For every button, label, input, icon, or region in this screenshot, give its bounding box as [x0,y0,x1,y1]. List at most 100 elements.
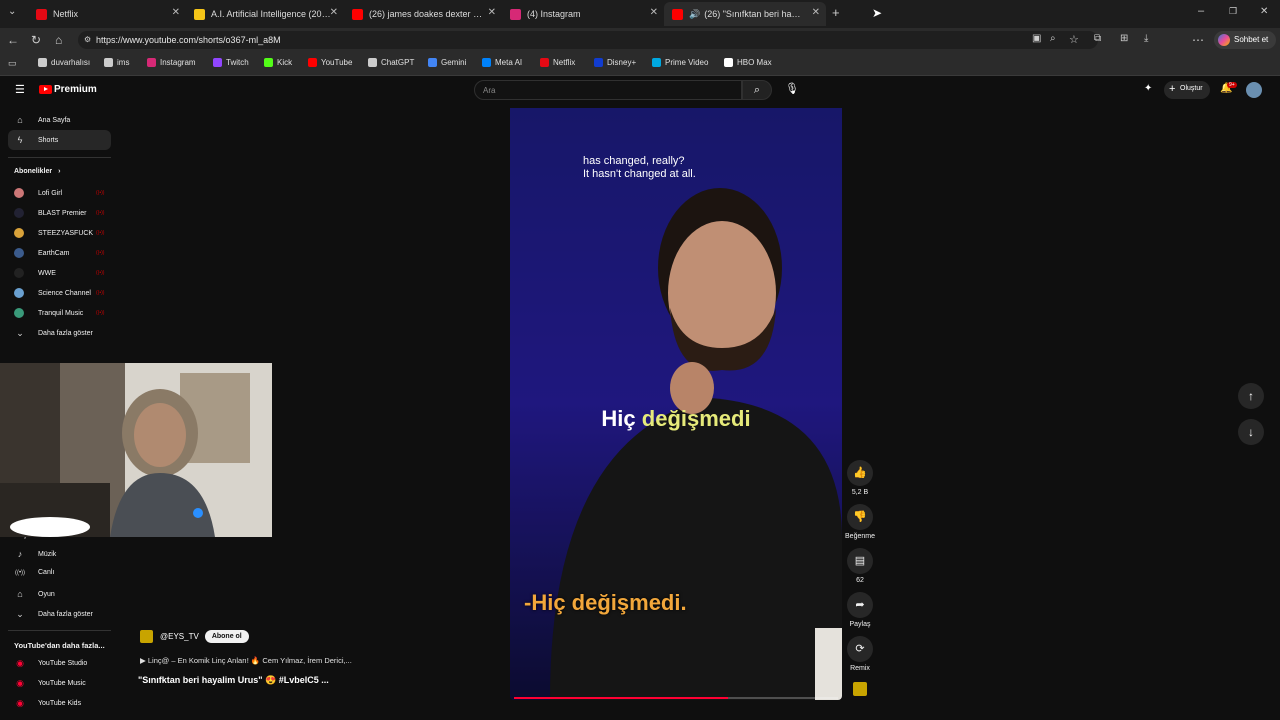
close-window-icon[interactable]: ✕ [1260,6,1268,17]
show-more-button-2[interactable]: ⌄ Daha fazla göster [14,609,93,620]
gamepad-icon: ⌂ [17,589,23,599]
bookmarks-menu-icon[interactable]: ▭ [8,58,17,69]
comments-button[interactable]: ▤ 62 [844,548,876,584]
bookmark-5[interactable]: YouTube [308,58,352,67]
minimize-icon[interactable]: – [1198,5,1204,17]
tab-3[interactable]: (4) Instagram ✕ [502,2,664,26]
bookmark-3[interactable]: Twitch [213,58,249,67]
account-avatar[interactable] [1246,82,1262,98]
subscriptions-header[interactable]: Abonelikler › [14,168,60,175]
url-input[interactable]: https://www.youtube.com/shorts/o367-ml_a… [78,31,1098,49]
extensions-icon[interactable]: ⧉ [1094,33,1101,44]
bookmark-10[interactable]: Disney+ [594,58,636,67]
channel-name: Science Channel [38,289,91,297]
shorts-icon: ϟ [17,135,23,145]
chevron-down-icon: ⌄ [16,609,24,619]
home-icon[interactable]: ⌂ [55,33,62,47]
bookmark-9[interactable]: Netflix [540,58,575,67]
sidebar-item-music[interactable]: ♪ Müzik [14,549,57,559]
sidebar-channel[interactable]: BLAST Premier ((•)) [14,208,104,218]
close-tab-icon[interactable]: ✕ [330,7,338,18]
restore-icon[interactable]: ❐ [1229,6,1237,17]
previous-short-button[interactable]: ↑ [1238,383,1264,409]
sidebar-item-yt-kids[interactable]: ◉ YouTube Kids [14,698,81,709]
sidebar-channel[interactable]: Lofi Girl ((•)) [14,188,104,198]
bookmark-8[interactable]: Meta AI [482,58,522,67]
webcam-overlay [0,363,272,537]
downloads-icon[interactable]: ⤓ [1144,33,1148,44]
sidebar-item-shorts[interactable]: ϟ Shorts [14,135,59,145]
sidebar-item-gaming[interactable]: ⌂ Oyun [14,589,54,599]
channel-avatar [14,208,24,218]
search-button[interactable]: ⌕ [742,80,772,100]
tab-favicon [510,8,521,20]
back-icon[interactable]: ← [7,33,19,47]
close-tab-icon[interactable]: ✕ [650,7,658,18]
subscribe-button[interactable]: Abone ol [204,630,249,643]
bookmark-0[interactable]: duvarhalısı [38,58,90,67]
channel-avatar[interactable] [140,630,153,643]
collections-icon[interactable]: ⊞ [1120,33,1128,44]
chat-button[interactable]: Sohbet et [1214,31,1276,49]
remix-button[interactable]: ⟳ Remix [844,636,876,672]
sidebar-channel[interactable]: STEEZYASFUCK ((•)) [14,228,104,238]
video-progress-bar[interactable] [514,697,838,699]
mic-icon[interactable]: 🎙 [785,82,799,95]
show-more-button[interactable]: ⌄ Daha fazla göster [14,328,93,339]
share-button[interactable]: ➦ Paylaş [844,592,876,628]
caption-top-line-1: has changed, really? [583,155,685,167]
premium-settings-icon[interactable]: ✦ [1144,83,1152,94]
zoom-icon[interactable]: ⌕ [1050,33,1056,44]
bookmark-2[interactable]: Instagram [147,58,196,67]
more-menu-icon[interactable]: ⋯ [1192,33,1204,47]
sidebar-item-home[interactable]: ⌂ Ana Sayfa [14,115,70,125]
hamburger-menu-icon[interactable]: ☰ [15,83,25,96]
next-short-button[interactable]: ↓ [1238,419,1264,445]
like-button[interactable]: 👍 5,2 B [844,460,876,496]
live-indicator-icon: ((•)) [96,190,105,196]
tab-1[interactable]: A.I. Artificial Intelligence (2001) - IM… [186,2,344,26]
like-count: 5,2 B [851,489,869,496]
related-video-link[interactable]: ▶ Linç@ – En Komik Linç Anları! 🔥 Cem Yı… [140,656,352,665]
sidebar-channel[interactable]: Tranquil Music ((•)) [14,308,104,318]
tab-list-chevron-icon[interactable]: ⌄ [8,6,16,17]
share-arrow-icon: ➦ [847,592,873,618]
bookmark-6[interactable]: ChatGPT [368,58,414,67]
channel-handle[interactable]: @EYS_TV [160,632,199,641]
favorite-star-icon[interactable]: ☆ [1069,33,1079,46]
tab-4-active[interactable]: 🔊 (26) "Sınıfktan beri hayalim Urus" ✕ [664,2,826,26]
sidebar-channel[interactable]: EarthCam ((•)) [14,248,104,258]
webcam-image [0,363,272,537]
youtube-logo[interactable]: Premium [39,84,97,95]
site-info-icon[interactable]: ⚙ [84,35,91,44]
bookmark-1[interactable]: ims [104,58,129,67]
tab-2[interactable]: (26) james doakes dexter meme - YouTube✕ [344,2,502,26]
sidebar-channel[interactable]: WWE ((•)) [14,268,104,278]
speaker-icon[interactable]: 🔊 [689,9,700,20]
sound-thumbnail[interactable] [853,682,867,696]
bookmark-7[interactable]: Gemini [428,58,466,67]
sidebar-item-label: YouTube Studio [38,660,88,667]
reload-icon[interactable]: ↻ [31,33,41,47]
sidebar-item-yt-studio[interactable]: ◉ YouTube Studio [14,658,87,669]
close-tab-icon[interactable]: ✕ [172,7,180,18]
sidebar-item-yt-music[interactable]: ◉ YouTube Music [14,678,86,689]
reading-view-icon[interactable]: ▣ [1032,33,1041,44]
new-tab-icon[interactable]: + [832,5,840,20]
sidebar-divider [8,157,111,158]
sidebar-channel[interactable]: Science Channel ((•)) [14,288,104,298]
short-title[interactable]: "Sınıfktan beri hayalim Urus" 😍 #LvbelC5… [138,675,329,686]
search-input[interactable]: Ara [474,80,742,100]
bookmark-4[interactable]: Kick [264,58,292,67]
create-button[interactable]: + Oluştur [1164,81,1210,99]
tab-0[interactable]: Netflix ✕ [28,2,186,26]
remix-label: Remix [850,665,870,672]
close-tab-icon[interactable]: ✕ [488,7,496,18]
close-tab-icon[interactable]: ✕ [812,7,820,18]
sidebar-item-live[interactable]: ((•)) Canlı [14,569,54,576]
comment-icon: ▤ [847,548,873,574]
bookmark-12[interactable]: HBO Max [724,58,772,67]
bookmark-11[interactable]: Prime Video [652,58,708,67]
dislike-button[interactable]: 👎 Beğenme [844,504,876,540]
chat-button-label: Sohbet et [1234,35,1269,44]
